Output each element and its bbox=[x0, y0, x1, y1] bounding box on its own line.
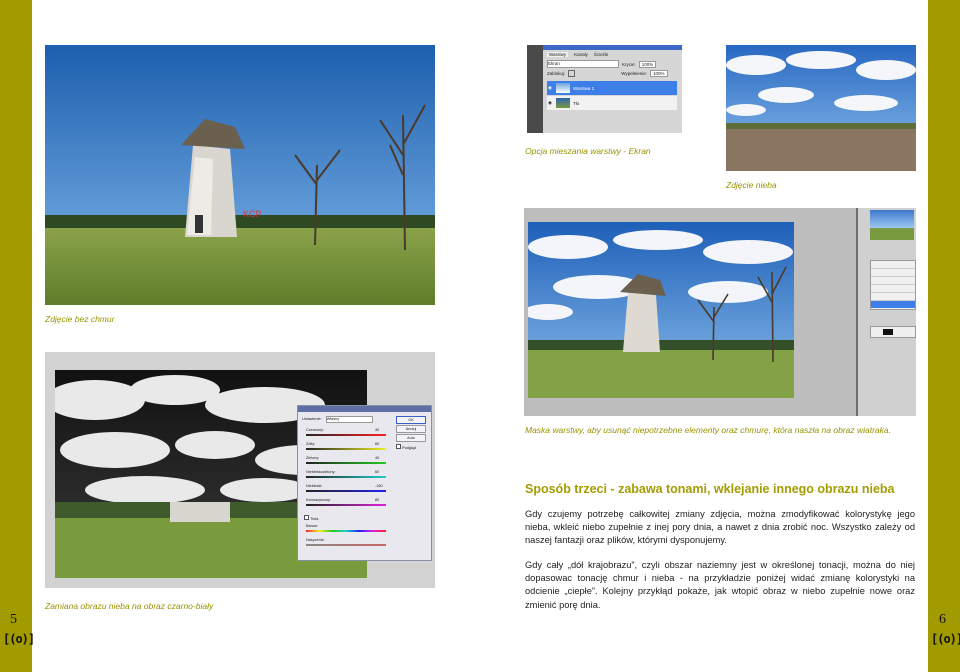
layers-list bbox=[870, 260, 916, 310]
tint-label: Tinta bbox=[310, 517, 319, 521]
red-value[interactable]: 40 bbox=[375, 428, 379, 432]
preview-checkbox[interactable] bbox=[396, 444, 401, 449]
opacity-input[interactable]: 100% bbox=[638, 60, 657, 68]
right-margin-band bbox=[928, 0, 960, 672]
tint-checkbox[interactable] bbox=[304, 515, 309, 520]
section-title: Sposób trzeci - zabawa tonami, wklejanie… bbox=[525, 482, 895, 496]
caption-blend-mode: Opcja mieszania warstwy - Ekran bbox=[525, 146, 651, 156]
lock-label: Zablokuj: bbox=[547, 71, 566, 76]
photo-windmill-no-clouds: KCP bbox=[45, 45, 435, 305]
layer-thumbnail bbox=[556, 83, 570, 93]
channel-mixer-dialog: Ustawienie: Własny OK Anuluj Auto Podglą… bbox=[297, 405, 432, 561]
page-number-right: 6 bbox=[939, 612, 946, 627]
opacity-label: Krycie: bbox=[622, 61, 636, 67]
paragraph-2: Gdy cały „dół krajobrazu”, czyli obszar … bbox=[525, 560, 915, 610]
red-slider[interactable] bbox=[306, 434, 386, 436]
cyan-slider[interactable] bbox=[306, 476, 386, 478]
photo-windmill-new-sky bbox=[528, 222, 794, 398]
caption-sky-photo: Zdjęcie nieba bbox=[726, 180, 777, 190]
layer-name-bottom: Tło bbox=[573, 100, 580, 106]
photo-sky bbox=[726, 45, 916, 171]
logo-left: [(o)] bbox=[3, 632, 35, 646]
tab-layers[interactable]: Warstwy bbox=[547, 52, 569, 57]
svg-text:KCP: KCP bbox=[243, 209, 262, 219]
mask-layer-row[interactable] bbox=[870, 326, 916, 338]
cancel-button[interactable]: Anuluj bbox=[396, 425, 426, 433]
tools-strip bbox=[527, 45, 543, 133]
ok-button[interactable]: OK bbox=[396, 416, 426, 424]
fill-input[interactable]: 100% bbox=[650, 70, 668, 77]
caption-layer-mask: Maska warstwy, aby usunąć niepotrzebne e… bbox=[525, 425, 891, 435]
layer-row-bottom[interactable]: ◉ Tło bbox=[547, 96, 677, 110]
left-margin-band bbox=[0, 0, 32, 672]
hue-slider[interactable] bbox=[306, 530, 386, 532]
fill-label: Wypełnienie: bbox=[621, 71, 647, 76]
green-value[interactable]: 40 bbox=[375, 456, 379, 460]
layers-panel-screenshot: Warstwy Kanały Ścieżki Ekran Krycie: 100… bbox=[527, 45, 682, 133]
layer-name-top: Warstwa 1 bbox=[573, 85, 595, 91]
yellow-value[interactable]: 60 bbox=[375, 442, 379, 446]
blue-label: Niebieski: bbox=[306, 484, 323, 488]
blend-mode-select[interactable]: Ekran bbox=[547, 60, 619, 68]
green-slider[interactable] bbox=[306, 462, 386, 464]
tab-channels[interactable]: Kanały bbox=[574, 52, 588, 57]
mask-thumbnail bbox=[883, 329, 893, 335]
caption-bw-sky: Zamiana obrazu nieba na obraz czarno-bia… bbox=[45, 601, 214, 611]
page-number-left: 5 bbox=[10, 612, 17, 627]
paragraph-1: Gdy czujemy potrzebę całkowitej zmiany z… bbox=[525, 509, 915, 546]
yellow-slider[interactable] bbox=[306, 448, 386, 450]
preview-label: Podgląd bbox=[402, 446, 416, 450]
dialog-titlebar bbox=[298, 406, 431, 412]
navigator-thumbnail bbox=[870, 210, 914, 240]
logo-right: [(o)] bbox=[931, 632, 960, 646]
eye-icon[interactable]: ◉ bbox=[547, 85, 553, 91]
eye-icon[interactable]: ◉ bbox=[547, 100, 553, 106]
saturation-slider[interactable] bbox=[306, 544, 386, 546]
blue-slider[interactable] bbox=[306, 490, 386, 492]
magenta-label: Karmazynowy: bbox=[306, 498, 331, 502]
saturation-label: Nasycenie: bbox=[306, 538, 325, 542]
panel-titlebar bbox=[543, 45, 682, 50]
blue-value[interactable]: -160 bbox=[375, 484, 383, 488]
layers-sidebar bbox=[858, 208, 916, 416]
layer-thumbnail bbox=[556, 98, 570, 108]
yellow-label: Żółty: bbox=[306, 442, 316, 446]
cyan-label: Niebieskozielony: bbox=[306, 470, 336, 474]
cyan-value[interactable]: 60 bbox=[375, 470, 379, 474]
caption-no-clouds: Zdjęcie bez chmur bbox=[45, 314, 115, 324]
green-label: Zielony: bbox=[306, 456, 320, 460]
preset-label: Ustawienie: bbox=[302, 417, 322, 421]
auto-button[interactable]: Auto bbox=[396, 434, 426, 442]
magenta-value[interactable]: 80 bbox=[375, 498, 379, 502]
red-label: Czerwony: bbox=[306, 428, 324, 432]
tab-paths[interactable]: Ścieżki bbox=[594, 52, 608, 57]
layer-row-top[interactable]: ◉ Warstwa 1 bbox=[547, 81, 677, 95]
magenta-slider[interactable] bbox=[306, 504, 386, 506]
preset-select[interactable]: Własny bbox=[325, 416, 373, 423]
hue-label: Barwa: bbox=[306, 524, 318, 528]
lock-icon[interactable] bbox=[568, 70, 576, 77]
